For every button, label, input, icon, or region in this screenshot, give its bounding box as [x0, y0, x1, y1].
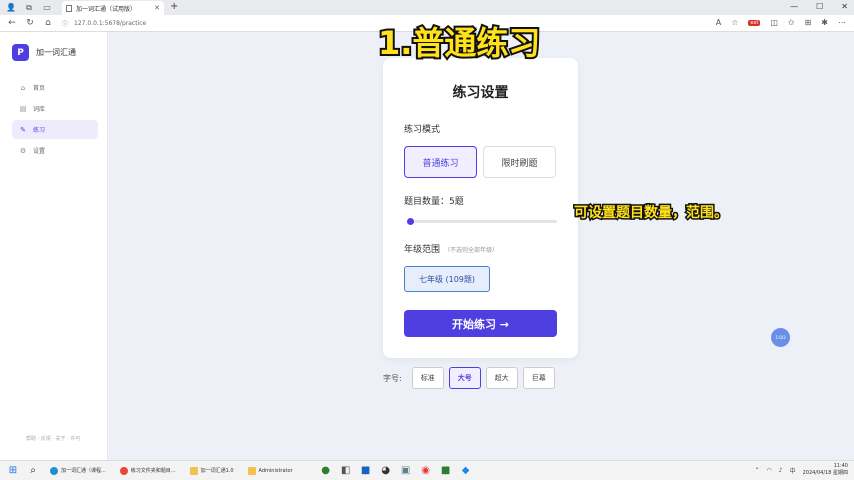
mode-normal-button[interactable]: 普通练习 [404, 146, 477, 178]
browser-tab-strip: 👤 ⧉ ▭ 加一词汇通（试用版） ✕ + — ☐ ✕ [0, 0, 854, 15]
book-icon: ▤ [19, 104, 27, 113]
page-favicon-icon [66, 4, 72, 12]
app-logo: P [12, 44, 29, 61]
clock-time: 11:40 [833, 463, 848, 469]
mode-timed-button[interactable]: 限时刷题 [483, 146, 556, 178]
folder-icon [189, 466, 198, 475]
overlay-title: 1.普通练习 [376, 22, 542, 64]
sidebar-item-practice[interactable]: ✎ 练习 [12, 120, 98, 139]
system-tray: ⌃ ◠ ♪ 中 11:40 2024/04/18 星期四 [754, 463, 848, 477]
brand[interactable]: P 加一词汇通 [12, 44, 76, 61]
pinned-app-icon[interactable]: ■ [359, 464, 373, 478]
close-tab-icon[interactable]: ✕ [154, 4, 160, 12]
collections-icon[interactable]: ⧉ [22, 2, 36, 14]
gear-icon: ⚙ [19, 146, 27, 155]
start-practice-button[interactable]: 开始练习 → [404, 310, 557, 337]
pencil-icon: ✎ [20, 125, 26, 134]
edge-icon [50, 466, 58, 475]
brand-name: 加一词汇通 [36, 48, 76, 57]
maximize-icon[interactable]: ☐ [816, 2, 823, 11]
grade-range-hint: （不选则全部年级） [444, 247, 499, 254]
taskbar-app-explorer[interactable]: Administrator [244, 463, 297, 479]
collections-bar-icon[interactable]: ⊞ [805, 18, 812, 27]
slider-thumb[interactable] [407, 218, 414, 225]
taskbar-app-browser[interactable]: 加一词汇通（课程... [46, 463, 110, 479]
pinned-app-icon[interactable]: ■ [439, 464, 453, 478]
font-size-huge-button[interactable]: 巨幕 [522, 367, 555, 389]
browser-tab[interactable]: 加一词汇通（试用版） ✕ [62, 1, 164, 15]
panda-app-icon[interactable]: ◕ [379, 464, 393, 478]
sidebar-item-home[interactable]: ⌂ 首页 [12, 78, 98, 97]
input-method-icon[interactable]: 中 [790, 466, 796, 475]
url-text: 127.0.0.1:5678/practice [74, 20, 147, 27]
grade-option-seventh[interactable]: 七年级 (109题) [404, 266, 490, 292]
pinned-app-icon[interactable]: ◧ [339, 464, 353, 478]
windows-taskbar: ⊞ ⌕ 加一词汇通（课程... 练习文件夹和题目... 加一词汇通1.0 Adm… [0, 460, 854, 480]
font-size-large-button[interactable]: 大号 [448, 367, 481, 389]
taskbar-clock[interactable]: 11:40 2024/04/18 星期四 [803, 463, 848, 477]
home-browser-icon[interactable]: ⌂ [42, 18, 54, 28]
refresh-icon[interactable]: ↻ [24, 18, 36, 28]
sidebar-footer-links[interactable]: 帮助 · 反馈 · 关于 · 许可 [26, 435, 80, 442]
window-controls: — ☐ ✕ [790, 2, 848, 11]
back-icon[interactable]: ← [6, 18, 18, 28]
sidebar-menu: ⌂ 首页 ▤ 词库 ✎ 练习 ⚙ 设置 [12, 78, 98, 162]
volume-icon[interactable]: ♪ [779, 467, 783, 474]
site-info-icon[interactable]: ⓘ [62, 19, 68, 28]
pinned-app-icon[interactable]: ◆ [459, 464, 473, 478]
favorite-star-icon[interactable]: ☆ [731, 18, 738, 27]
sidebar-item-label: 练习 [33, 127, 46, 134]
practice-settings-card: 练习设置 练习模式 普通练习 限时刷题 题目数量：5题 年级范围 （不选则全部年级… [383, 58, 578, 358]
tab-title: 加一词汇通（试用版） [76, 5, 137, 13]
sidebar-item-settings[interactable]: ⚙ 设置 [12, 141, 98, 160]
taskbar-app-label: 加一词汇通（课程... [61, 468, 106, 474]
sidebar-item-label: 词库 [33, 106, 46, 113]
question-count-slider[interactable] [407, 218, 557, 225]
grade-range-label: 年级范围 [404, 245, 441, 255]
favorites-icon[interactable]: ✩ [788, 18, 795, 27]
windows-start-icon[interactable]: ⊞ [6, 464, 20, 478]
extension-icon[interactable]: ext [748, 19, 761, 26]
sidebar-item-wordbank[interactable]: ▤ 词库 [12, 99, 98, 118]
mode-label: 练习模式 [404, 125, 441, 135]
font-size-xlarge-button[interactable]: 超大 [485, 367, 518, 389]
pinned-app-icon[interactable]: ▣ [399, 464, 413, 478]
profile-icon[interactable]: 👤 [4, 2, 18, 14]
home-icon: ⌂ [20, 83, 26, 92]
browser-toolbar-icons: A ☆ ext ◫ ✩ ⊞ ✱ ⋯ [716, 18, 846, 27]
taskbar-app-folder[interactable]: 加一词汇通1.0 [186, 463, 238, 479]
question-count-label: 题目数量：5题 [404, 197, 464, 207]
font-size-standard-button[interactable]: 标准 [411, 367, 444, 389]
taskbar-app-label: 练习文件夹和题目... [130, 468, 176, 474]
sidebar: P 加一词汇通 ⌂ 首页 ▤ 词库 ✎ 练习 ⚙ 设置 帮助 · 反馈 · 关于… [0, 32, 108, 460]
floating-action-button[interactable]: 1:0/3 [771, 328, 790, 347]
search-icon[interactable]: ⌕ [26, 464, 40, 478]
new-tab-icon[interactable]: + [170, 1, 178, 12]
clock-date: 2024/04/18 星期四 [802, 470, 848, 476]
font-size-selector: 字号: 标准 大号 超大 巨幕 [383, 367, 560, 389]
more-menu-icon[interactable]: ⋯ [838, 18, 846, 27]
tab-actions-icon[interactable]: ▭ [40, 2, 54, 14]
read-aloud-icon[interactable]: A [716, 18, 721, 27]
split-screen-icon[interactable]: ◫ [770, 18, 778, 27]
font-size-label: 字号: [383, 373, 402, 383]
extensions-puzzle-icon[interactable]: ✱ [821, 18, 828, 27]
overlay-caption: 可设置题目数量，范围。 [573, 204, 730, 223]
sidebar-item-label: 设置 [33, 148, 46, 155]
card-title: 练习设置 [452, 85, 509, 101]
pinned-app-icon[interactable]: ● [319, 464, 333, 478]
close-window-icon[interactable]: ✕ [841, 2, 848, 11]
chrome-pinned-icon[interactable]: ◉ [419, 464, 433, 478]
folder-icon [247, 466, 256, 475]
sidebar-item-label: 首页 [33, 85, 46, 92]
taskbar-app-label: Administrator [258, 467, 293, 474]
taskbar-app-label: 加一词汇通1.0 [200, 468, 234, 474]
network-icon[interactable]: ◠ [766, 467, 771, 474]
taskbar-app-chrome[interactable]: 练习文件夹和题目... [116, 463, 180, 479]
grade-range-label-row: 年级范围 （不选则全部年级） [404, 242, 498, 255]
tray-chevron-icon[interactable]: ⌃ [754, 467, 759, 474]
chrome-icon [119, 466, 128, 475]
minimize-icon[interactable]: — [790, 2, 798, 11]
